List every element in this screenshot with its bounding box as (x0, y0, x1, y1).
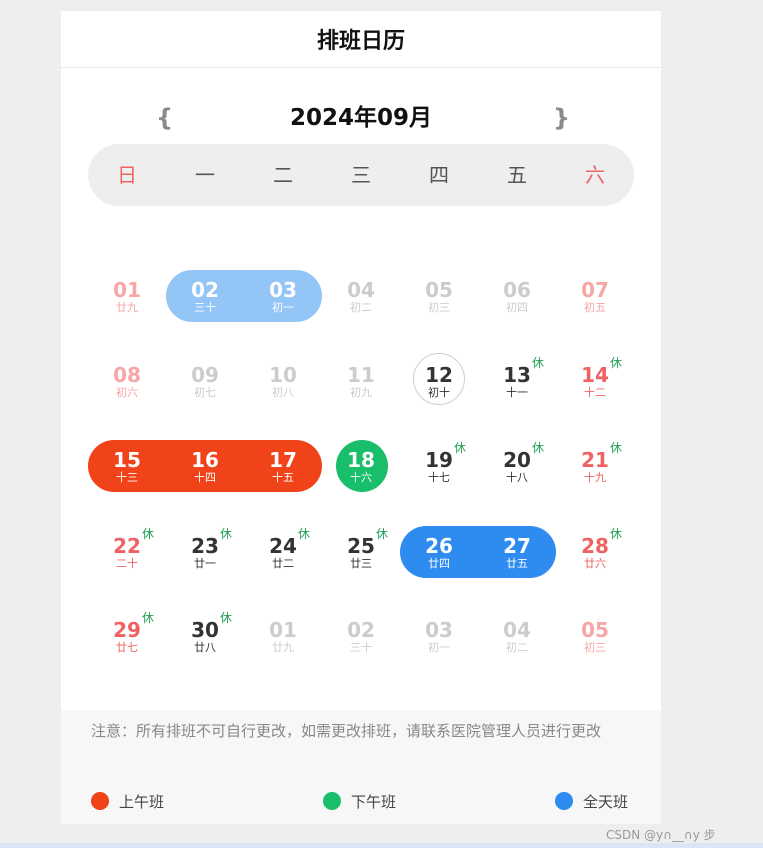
legend-full-day: 全天班 (555, 790, 628, 812)
day-cell[interactable]: 07 初五 (565, 279, 625, 315)
legend-label: 下午班 (351, 792, 397, 811)
rest-badge: 休 (610, 527, 623, 541)
rest-badge: 休 (220, 527, 233, 541)
rest-badge: 休 (142, 527, 155, 541)
morning-shift-dot (91, 792, 109, 810)
legend-afternoon: 下午班 (323, 790, 396, 812)
day-cell[interactable]: 18 十六 (331, 449, 391, 485)
legend-morning: 上午班 (91, 790, 164, 812)
rest-badge: 休 (610, 356, 623, 370)
day-cell[interactable]: 27 廿五 (487, 535, 547, 571)
rest-badge: 休 (376, 527, 389, 541)
day-cell[interactable]: 04 初二 (331, 279, 391, 315)
schedule-calendar-card: 排班日历 { 2024年09月 } 日 一 二 三 四 五 六 01 廿九 02 三… (61, 11, 661, 824)
rest-badge: 休 (454, 441, 467, 455)
rest-badge: 休 (532, 356, 545, 370)
schedule-note: 注意：所有排班不可自行更改，如需更改排班，请联系医院管理人员进行更改 (91, 722, 602, 740)
afternoon-shift-dot (323, 792, 341, 810)
day-cell[interactable]: 06 初四 (487, 279, 547, 315)
day-cell-next-month[interactable]: 04 初二 (487, 619, 547, 655)
day-cell-next-month[interactable]: 01 廿九 (253, 619, 313, 655)
day-cell[interactable]: 17 十五 (253, 449, 313, 485)
day-cell[interactable]: 02 三十 (175, 279, 235, 315)
day-cell-next-month[interactable]: 05 初三 (565, 619, 625, 655)
day-cell[interactable]: 01 廿九 (97, 279, 157, 315)
rest-badge: 休 (142, 611, 155, 625)
rest-badge: 休 (220, 611, 233, 625)
legend-label: 上午班 (119, 792, 165, 811)
day-cell-today[interactable]: 12 初十 (409, 364, 469, 400)
rest-badge: 休 (298, 527, 311, 541)
full-day-shift-dot (555, 792, 573, 810)
day-cell[interactable]: 16 十四 (175, 449, 235, 485)
day-cell[interactable]: 15 十三 (97, 449, 157, 485)
day-cell[interactable]: 09 初七 (175, 364, 235, 400)
day-cell-next-month[interactable]: 03 初一 (409, 619, 469, 655)
legend-label: 全天班 (583, 792, 629, 811)
calendar-footer: 注意：所有排班不可自行更改，如需更改排班，请联系医院管理人员进行更改 上午班 下… (61, 710, 661, 824)
day-cell[interactable]: 05 初三 (409, 279, 469, 315)
day-cell[interactable]: 03 初一 (253, 279, 313, 315)
bottom-strip (0, 843, 763, 848)
csdn-watermark: CSDN @y∩__∩y 步 (606, 828, 716, 842)
day-cell[interactable]: 11 初九 (331, 364, 391, 400)
day-cell-next-month[interactable]: 02 三十 (331, 619, 391, 655)
day-cell[interactable]: 08 初六 (97, 364, 157, 400)
day-cell[interactable]: 26 廿四 (409, 535, 469, 571)
calendar-grid: 01 廿九 02 三十 03 初一 04 初二 05 初三 06 初四 07 初五 08 初六 … (61, 11, 661, 711)
rest-badge: 休 (610, 441, 623, 455)
rest-badge: 休 (532, 441, 545, 455)
day-cell[interactable]: 10 初八 (253, 364, 313, 400)
